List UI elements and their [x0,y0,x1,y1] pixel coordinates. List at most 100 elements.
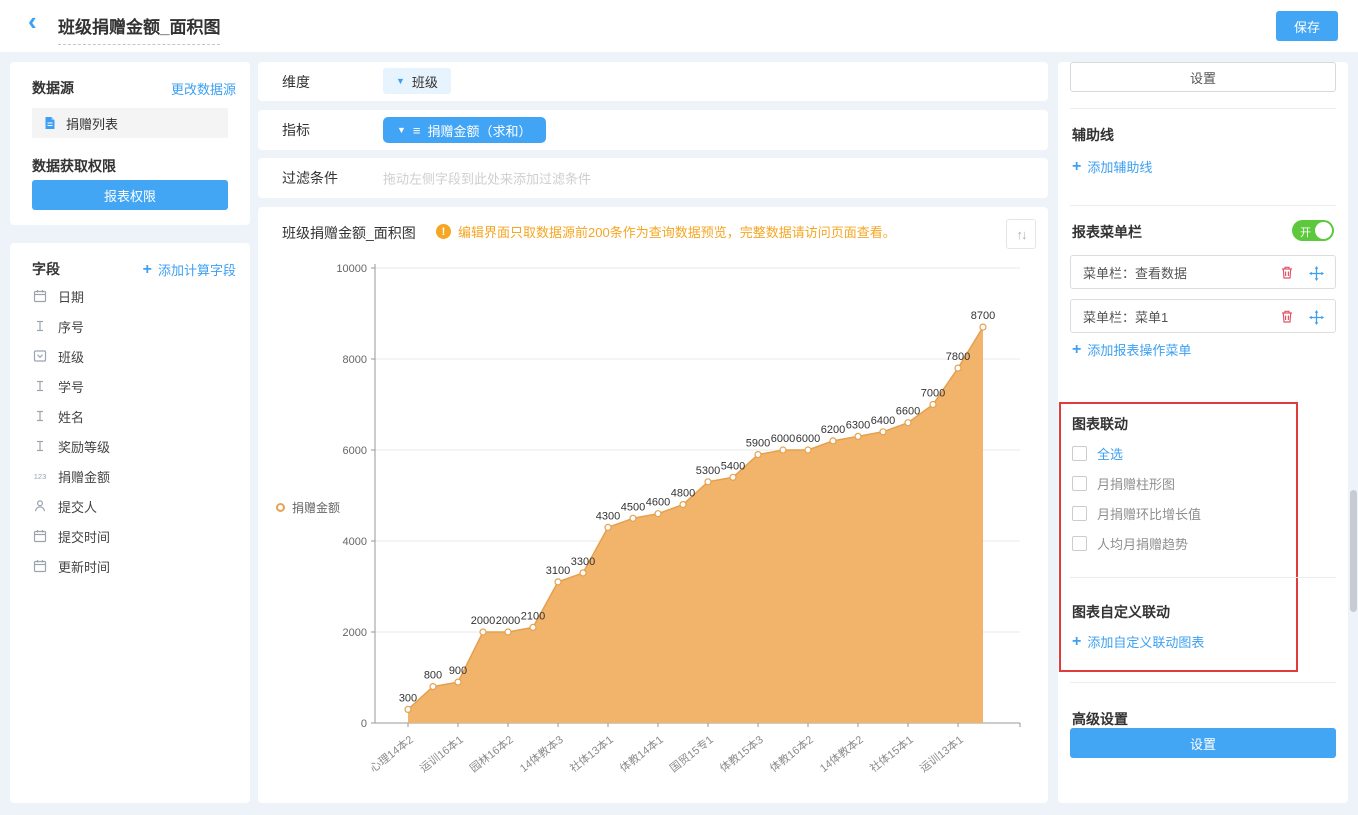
move-icon[interactable] [1309,310,1324,328]
field-label: 序号 [58,317,84,336]
menu-bar-toggle[interactable]: 开 [1292,220,1334,241]
field-label: 奖励等级 [58,437,110,456]
svg-text:6200: 6200 [821,424,845,436]
field-label: 学号 [58,377,84,396]
dimension-label: 维度 [282,72,310,92]
svg-text:体教15本3: 体教15本3 [717,732,766,775]
toggle-knob [1315,222,1332,239]
svg-text:社体15本1: 社体15本1 [867,732,916,775]
svg-text:7000: 7000 [921,388,945,400]
metric-value: 捐赠金额（求和） [428,121,532,140]
trash-icon[interactable] [1280,265,1294,283]
svg-text:0: 0 [361,718,367,730]
field-item[interactable]: 学号 [32,371,240,401]
linkage-label: 全选 [1097,444,1123,463]
field-item[interactable]: 提交时间 [32,521,240,551]
metric-tag[interactable]: ▼ ≡ 捐赠金额（求和） [383,117,546,143]
report-permission-button[interactable]: 报表权限 [32,180,228,210]
svg-text:体教14本1: 体教14本1 [617,732,666,775]
plus-icon: + [1072,343,1081,357]
svg-text:4800: 4800 [671,488,695,500]
linkage-title: 图表联动 [1072,414,1128,434]
add-custom-linkage-link[interactable]: + 添加自定义联动图表 [1072,632,1204,651]
trash-icon[interactable] [1280,309,1294,327]
fields-list: 日期序号班级学号姓名奖励等级 123捐赠金额提交人提交时间更新时间 [32,281,240,581]
page-title: 班级捐赠金额_面积图 [58,13,220,45]
warning-icon: ! [436,224,451,239]
linkage-checkbox-row[interactable]: 人均月捐赠趋势 [1072,528,1201,558]
sort-icon: ↑↓ [1017,227,1026,242]
back-icon[interactable]: ‹ [28,8,37,34]
divider [1070,577,1336,578]
plus-icon: + [143,263,152,277]
menu-bar-item[interactable]: 菜单栏：菜单1 [1070,299,1336,333]
move-icon[interactable] [1309,266,1324,284]
preview-warning: ! 编辑界面只取数据源前200条作为查询数据预览，完整数据请访问页面查看。 [436,222,896,241]
add-calc-field-link[interactable]: + 添加计算字段 [143,260,236,279]
plus-icon: + [1072,160,1081,174]
svg-text:2000: 2000 [496,615,520,627]
svg-text:800: 800 [424,670,442,682]
calendar-icon [32,559,48,573]
field-item[interactable]: 班级 [32,341,240,371]
svg-text:2000: 2000 [343,627,367,639]
svg-text:3100: 3100 [546,565,570,577]
field-label: 日期 [58,287,84,306]
checkbox[interactable] [1072,446,1087,461]
field-item[interactable]: 姓名 [32,401,240,431]
chart-settings-button[interactable]: 设置 [1070,62,1336,92]
linkage-checkbox-row[interactable]: 月捐赠环比增长值 [1072,498,1201,528]
change-datasource-link[interactable]: 更改数据源 [171,79,236,98]
svg-text:7800: 7800 [946,351,970,363]
svg-text:4600: 4600 [646,497,670,509]
svg-text:14体教本2: 14体教本2 [817,732,866,775]
chart-panel: 班级捐赠金额_面积图 ! 编辑界面只取数据源前200条作为查询数据预览，完整数据… [258,207,1048,803]
field-item[interactable]: 奖励等级 [32,431,240,461]
svg-text:6000: 6000 [343,445,367,457]
linkage-label: 人均月捐赠趋势 [1097,534,1188,553]
chevron-down-icon: ▼ [397,125,406,135]
svg-text:900: 900 [449,665,467,677]
field-item[interactable]: 提交人 [32,491,240,521]
field-item[interactable]: 日期 [32,281,240,311]
settings-panel: 设置 辅助线 + 添加辅助线 报表菜单栏 开 菜单栏：查看数据菜单栏：菜单1 +… [1058,62,1348,803]
add-aux-line-link[interactable]: + 添加辅助线 [1072,157,1152,176]
field-item[interactable]: 更新时间 [32,551,240,581]
datasource-title: 数据源 [32,78,74,98]
add-report-menu-link[interactable]: + 添加报表操作菜单 [1072,340,1191,359]
aux-line-title: 辅助线 [1072,125,1114,145]
field-label: 更新时间 [58,557,110,576]
linkage-list: 全选月捐赠柱形图月捐赠环比增长值人均月捐赠趋势 [1072,438,1201,558]
svg-text:6600: 6600 [896,406,920,418]
save-button[interactable]: 保存 [1276,11,1338,41]
field-item[interactable]: 序号 [32,311,240,341]
svg-text:国贸15专1: 国贸15专1 [667,732,716,775]
advanced-settings-button[interactable]: 设置 [1070,728,1336,758]
checkbox[interactable] [1072,506,1087,521]
metric-row: 指标 ▼ ≡ 捐赠金额（求和） [258,110,1048,150]
filter-row[interactable]: 过滤条件 拖动左侧字段到此处来添加过滤条件 [258,158,1048,198]
svg-text:心理14本2: 心理14本2 [367,732,416,775]
document-icon [42,116,58,130]
svg-text:4500: 4500 [621,501,645,513]
svg-text:300: 300 [399,692,417,704]
chevron-down-icon: ▼ [396,76,405,86]
field-label: 班级 [58,347,84,366]
checkbox[interactable] [1072,536,1087,551]
text-field-icon [32,439,48,453]
datasource-item[interactable]: 捐赠列表 [32,108,228,138]
field-label: 捐赠金额 [58,467,110,486]
warning-text: 编辑界面只取数据源前200条作为查询数据预览，完整数据请访问页面查看。 [458,222,896,241]
custom-linkage-title: 图表自定义联动 [1072,602,1170,622]
field-item[interactable]: 123捐赠金额 [32,461,240,491]
menu-bar-item[interactable]: 菜单栏：查看数据 [1070,255,1336,289]
text-field-icon [32,409,48,423]
svg-text:5900: 5900 [746,438,770,450]
checkbox[interactable] [1072,476,1087,491]
select-all-row[interactable]: 全选 [1072,438,1201,468]
sort-button[interactable]: ↑↓ [1006,219,1036,249]
dimension-tag[interactable]: ▼ 班级 [383,68,451,94]
scrollbar-thumb[interactable] [1350,490,1357,612]
svg-text:6400: 6400 [871,415,895,427]
linkage-checkbox-row[interactable]: 月捐赠柱形图 [1072,468,1201,498]
